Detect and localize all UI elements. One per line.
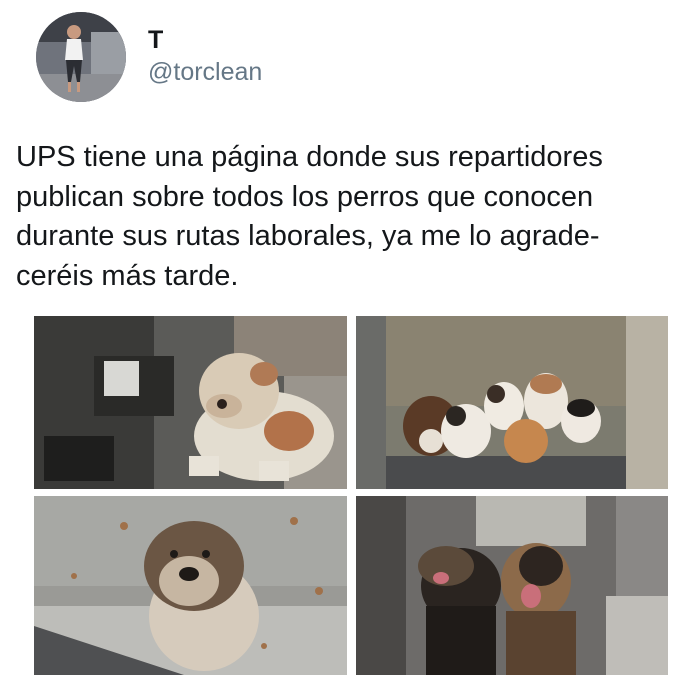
photo-grid xyxy=(34,316,668,675)
photo-shepherds[interactable] xyxy=(356,496,668,675)
display-name[interactable]: T xyxy=(148,25,262,55)
avatar[interactable] xyxy=(36,12,126,102)
tweet-text-line: durante sus rutas laborales, ya me lo ag… xyxy=(16,220,600,252)
photo-puppies[interactable] xyxy=(356,316,668,489)
user-handle[interactable]: @torclean xyxy=(148,57,262,87)
tweet-text: UPS tiene una página donde sus repartido… xyxy=(16,138,696,296)
tweet-text-line: UPS tiene una página donde sus repartido… xyxy=(16,141,603,173)
tweet-text-line: ceréis más tarde. xyxy=(16,259,239,292)
tweet-text-line: publican sobre todos los perros que cono… xyxy=(16,180,594,213)
photo-pit-bull[interactable] xyxy=(34,316,347,489)
photo-akita[interactable] xyxy=(34,496,347,675)
tweet-header: T @torclean xyxy=(36,12,262,102)
